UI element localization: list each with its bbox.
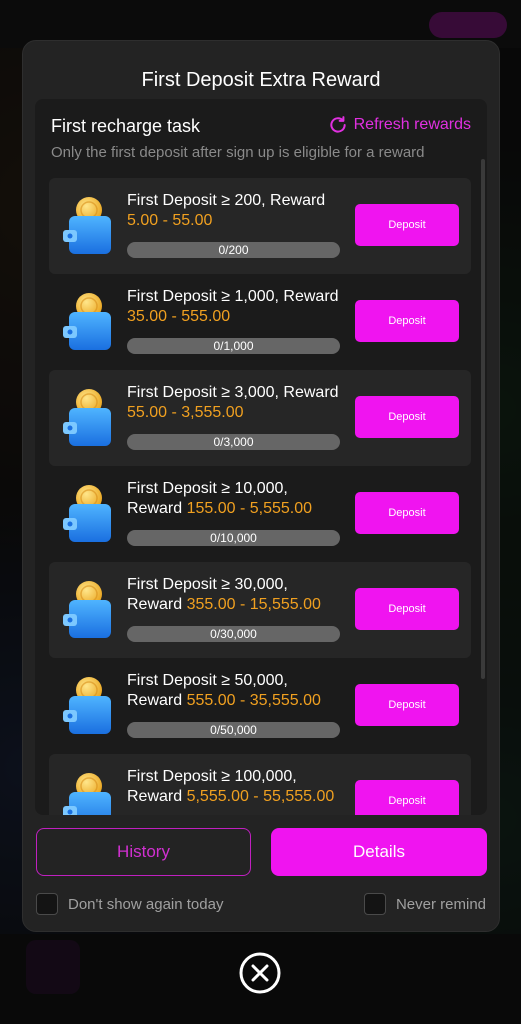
task-reward-prefix: Reward: [127, 788, 187, 805]
task-description: First Deposit ≥ 1,000, Reward 35.00 - 55…: [127, 287, 342, 327]
task-reward-prefix: Reward: [127, 692, 187, 709]
first-deposit-modal: First Deposit Extra Reward First recharg…: [22, 40, 500, 932]
close-icon[interactable]: [239, 952, 281, 994]
task-reward-range: 35.00 - 555.00: [127, 308, 231, 325]
task-reward-prefix: Reward: [283, 288, 339, 305]
dont-show-today-label: Don't show again today: [68, 895, 224, 913]
task-row: First Deposit ≥ 50,000, Reward 555.00 - …: [49, 658, 471, 754]
deposit-button[interactable]: Deposit: [355, 300, 459, 342]
task-condition: First Deposit ≥ 50,000,: [127, 672, 288, 689]
details-button[interactable]: Details: [271, 828, 487, 876]
task-reward-range: 155.00 - 5,555.00: [186, 500, 313, 517]
deposit-button[interactable]: Deposit: [355, 204, 459, 246]
task-condition: First Deposit ≥ 200, Reward: [127, 192, 326, 209]
task-description: First Deposit ≥ 200, Reward 5.00 - 55.00: [127, 191, 342, 231]
task-reward-range: 55.00 - 3,555.00: [127, 404, 244, 421]
task-title: First recharge task: [51, 116, 201, 136]
task-condition: First Deposit ≥ 3,000,: [127, 384, 279, 401]
task-reward-range: 5,555.00 - 55,555.00: [186, 788, 335, 805]
task-row: First Deposit ≥ 10,000, Reward 155.00 - …: [49, 466, 471, 562]
never-remind-checkbox[interactable]: [363, 893, 386, 915]
deposit-button[interactable]: Deposit: [355, 396, 459, 438]
wallet-coin-icon: [63, 389, 111, 446]
task-condition: First Deposit ≥ 10,000,: [127, 480, 288, 497]
task-reward-prefix: Reward: [127, 500, 187, 517]
task-progress-label: 0/1,000: [213, 339, 254, 353]
task-progress-label: 0/50,000: [210, 723, 257, 737]
task-progress-bar: 0/30,000: [127, 626, 340, 642]
modal-title: First Deposit Extra Reward: [141, 69, 381, 91]
task-reward-range: 355.00 - 15,555.00: [186, 596, 321, 613]
task-description: First Deposit ≥ 30,000, Reward 355.00 - …: [127, 575, 342, 615]
task-condition: First Deposit ≥ 1,000,: [127, 288, 279, 305]
wallet-coin-icon: [63, 485, 111, 542]
task-condition: First Deposit ≥ 30,000,: [127, 576, 288, 593]
task-reward-prefix: Reward: [283, 384, 339, 401]
task-condition: First Deposit ≥ 100,000,: [127, 768, 297, 785]
task-progress-bar: 0/1,000: [127, 338, 340, 354]
task-row: First Deposit ≥ 3,000, Reward 55.00 - 3,…: [49, 370, 471, 466]
wallet-coin-icon: [63, 581, 111, 638]
task-row: First Deposit ≥ 30,000, Reward 355.00 - …: [49, 562, 471, 658]
task-progress-bar: 0/50,000: [127, 722, 340, 738]
task-progress-label: 0/200: [218, 243, 249, 257]
task-row: First Deposit ≥ 100,000, Reward 5,555.00…: [49, 754, 471, 815]
task-progress-label: 0/10,000: [210, 531, 257, 545]
eligibility-note: Only the first deposit after sign up is …: [51, 144, 425, 161]
task-progress-label: 0/30,000: [210, 627, 257, 641]
task-list-scrollbar[interactable]: [481, 159, 485, 679]
task-description: First Deposit ≥ 10,000, Reward 155.00 - …: [127, 479, 342, 519]
wallet-coin-icon: [63, 677, 111, 734]
task-row: First Deposit ≥ 200, Reward 5.00 - 55.00…: [49, 178, 471, 274]
refresh-rewards-button[interactable]: Refresh rewards: [328, 115, 471, 135]
task-progress-bar: 0/3,000: [127, 434, 340, 450]
task-progress-bar: 0/10,000: [127, 530, 340, 546]
wallet-coin-icon: [63, 773, 111, 815]
task-reward-range: 5.00 - 55.00: [127, 212, 213, 229]
never-remind-label: Never remind: [395, 895, 486, 913]
task-description: First Deposit ≥ 100,000, Reward 5,555.00…: [127, 767, 342, 807]
task-row: First Deposit ≥ 1,000, Reward 35.00 - 55…: [49, 274, 471, 370]
task-description: First Deposit ≥ 3,000, Reward 55.00 - 3,…: [127, 383, 342, 423]
task-reward-prefix: Reward: [127, 596, 187, 613]
task-progress-label: 0/3,000: [213, 435, 254, 449]
deposit-button[interactable]: Deposit: [355, 684, 459, 726]
task-reward-range: 555.00 - 35,555.00: [186, 692, 321, 709]
task-panel: First recharge task Refresh rewards Only…: [35, 99, 487, 815]
deposit-button[interactable]: Deposit: [355, 588, 459, 630]
refresh-icon: [329, 116, 346, 133]
deposit-button[interactable]: Deposit: [355, 780, 459, 815]
task-description: First Deposit ≥ 50,000, Reward 555.00 - …: [127, 671, 342, 711]
task-list: First Deposit ≥ 200, Reward 5.00 - 55.00…: [49, 178, 471, 815]
task-progress-bar: 0/200: [127, 242, 340, 258]
never-remind-option[interactable]: Never remind: [363, 893, 486, 915]
wallet-coin-icon: [63, 197, 111, 254]
wallet-coin-icon: [63, 293, 111, 350]
dont-show-today-checkbox[interactable]: [36, 893, 58, 915]
history-button[interactable]: History: [36, 828, 251, 876]
deposit-button[interactable]: Deposit: [355, 492, 459, 534]
refresh-rewards-label: Refresh rewards: [353, 116, 471, 133]
dont-show-today-option[interactable]: Don't show again today: [36, 893, 223, 915]
